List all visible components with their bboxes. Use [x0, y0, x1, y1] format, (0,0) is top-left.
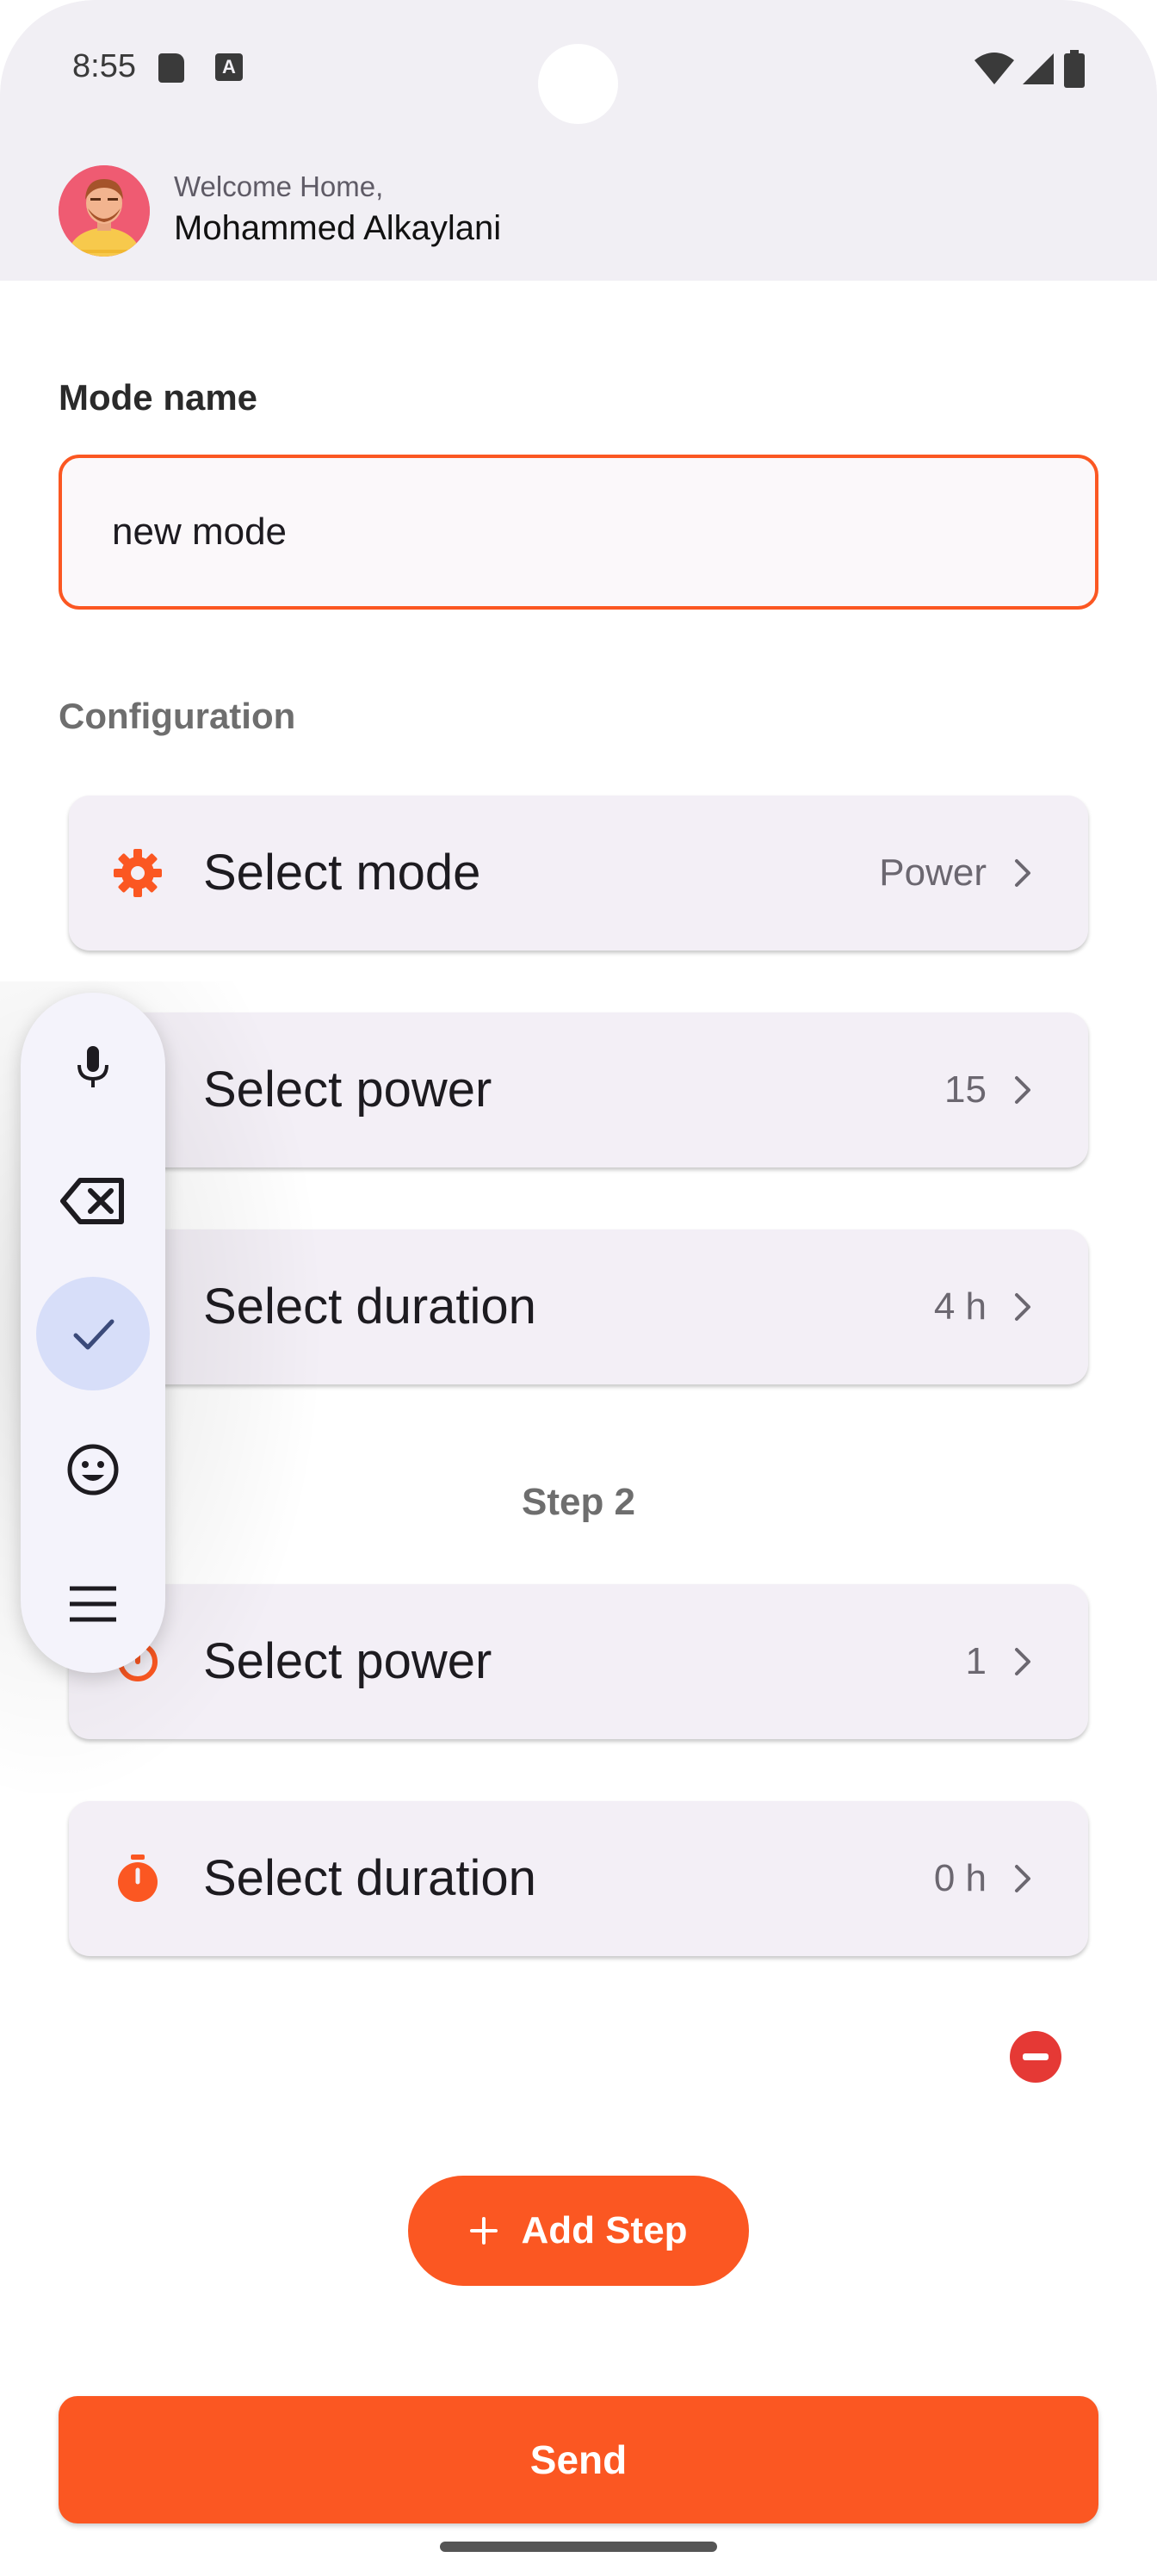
status-time: 8:55: [72, 48, 136, 84]
chevron-right-icon: [1015, 1293, 1030, 1321]
chevron-right-icon: [1015, 859, 1030, 887]
microphone-button[interactable]: [36, 1010, 150, 1124]
add-step-button[interactable]: Add Step: [408, 2176, 749, 2286]
send-button[interactable]: Send: [59, 2396, 1098, 2523]
welcome-text: Welcome Home,: [174, 170, 384, 202]
mode-name-input[interactable]: [112, 458, 1059, 606]
battery-icon: [1064, 50, 1085, 88]
card-title: Select duration: [203, 1850, 536, 1906]
status-icons: [974, 50, 1085, 88]
card-title: Select mode: [203, 845, 481, 901]
select-mode-card[interactable]: Select mode Power: [69, 796, 1088, 951]
wifi-icon: [974, 53, 1014, 84]
app-screen: 8:55 A Welcome Home, Mohammed Alkaylani: [0, 0, 1157, 2576]
backspace-button[interactable]: [36, 1144, 150, 1258]
select-duration-card[interactable]: Select duration 0 h: [69, 1801, 1088, 1956]
card-value: 1: [965, 1640, 987, 1682]
camera-cutout: [538, 44, 618, 124]
mode-name-label: Mode name: [59, 377, 258, 418]
card-value: 4 h: [933, 1285, 987, 1328]
user-name: Mohammed Alkaylani: [174, 209, 502, 247]
mode-name-field[interactable]: [59, 455, 1098, 610]
microphone-icon: [77, 1046, 108, 1087]
card-value: 15: [944, 1068, 987, 1111]
chevron-right-icon: [1015, 1076, 1030, 1104]
remove-step-button[interactable]: [1010, 2031, 1061, 2083]
text-a-icon: A: [215, 53, 243, 81]
floating-keyboard-toolbar: [21, 993, 165, 1673]
chevron-right-icon: [1015, 1648, 1030, 1675]
plus-icon: [470, 2217, 498, 2245]
check-button[interactable]: [36, 1277, 150, 1390]
add-step-label: Add Step: [521, 2209, 688, 2251]
menu-icon: [70, 1586, 116, 1622]
sd-card-icon: [158, 53, 184, 83]
signal-icon: [1023, 53, 1054, 84]
header-area: 8:55 A Welcome Home, Mohammed Alkaylani: [0, 0, 1157, 281]
chevron-right-icon: [1015, 1865, 1030, 1892]
avatar[interactable]: [59, 165, 150, 257]
check-icon: [73, 1319, 114, 1350]
backspace-icon: [60, 1178, 124, 1224]
minus-icon: [1023, 2053, 1049, 2060]
emoji-icon: [67, 1444, 119, 1495]
gear-icon: [114, 849, 162, 897]
card-value: 0 h: [933, 1857, 987, 1899]
configuration-label: Configuration: [59, 696, 296, 736]
menu-button[interactable]: [36, 1547, 150, 1661]
card-value: Power: [879, 851, 987, 894]
timer-icon: [118, 1855, 158, 1902]
home-indicator[interactable]: [440, 2542, 717, 2552]
emoji-button[interactable]: [36, 1413, 150, 1526]
